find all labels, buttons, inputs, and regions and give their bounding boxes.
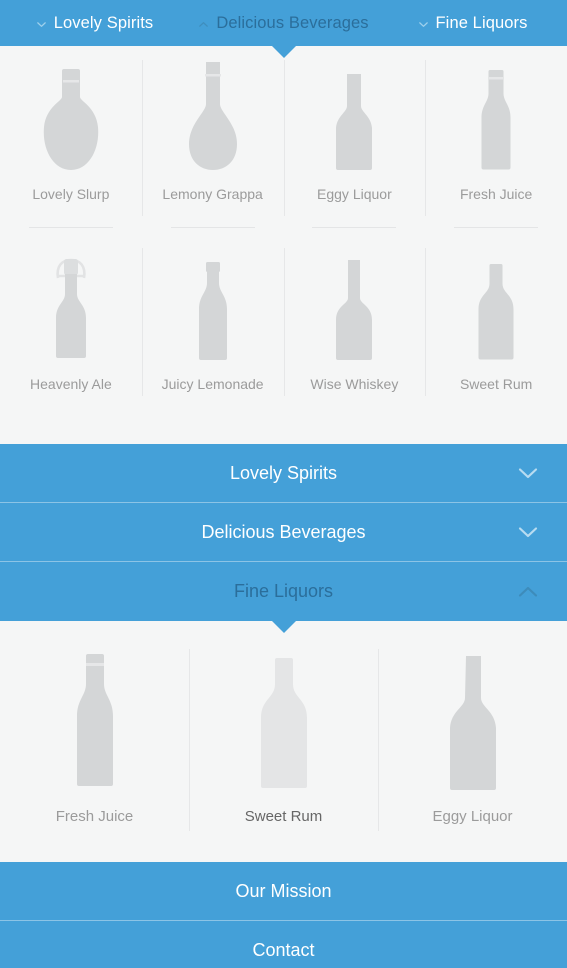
cell-divider: [454, 227, 539, 228]
product-grid-row-1: Lovely Slurp Lemony Grappa Eggy Liquor F…: [0, 46, 567, 234]
accordion-item-fine-liquors[interactable]: Fine Liquors: [0, 562, 567, 633]
product-label: Lemony Grappa: [162, 186, 263, 202]
soda-lemonade-bottle-icon: [193, 250, 233, 362]
product-cell-lemony-grappa[interactable]: Lemony Grappa: [141, 46, 284, 234]
cell-divider: [312, 227, 397, 228]
flared-liquor-bottle-icon: [331, 60, 377, 172]
product-cell-juicy-lemonade[interactable]: Juicy Lemonade: [141, 234, 284, 414]
product-label: Eggy Liquor: [317, 186, 392, 202]
product-cell-fresh-juice[interactable]: Fresh Juice: [425, 46, 567, 234]
teardrop-grappa-bottle-icon: [183, 60, 243, 172]
accordion-content-panel: Fresh Juice Sweet Rum Eggy Liquor: [0, 621, 567, 853]
flask-oval-bottle-icon: [40, 60, 102, 172]
footer-item-contact[interactable]: Contact: [0, 921, 567, 968]
tab-label: Fine Liquors: [435, 13, 528, 32]
tab-label: Lovely Spirits: [53, 13, 154, 32]
product-label: Lovely Slurp: [32, 186, 110, 202]
product-label: Wise Whiskey: [310, 376, 399, 392]
product-cell-sweet-rum[interactable]: Sweet Rum: [425, 234, 567, 414]
whiskey-bottle-icon: [331, 250, 377, 362]
rum-bottle-icon: [474, 250, 518, 362]
flared-liquor-bottle-icon: [445, 645, 501, 790]
accordion-label: Lovely Spirits: [229, 462, 338, 483]
product-label: Eggy Liquor: [432, 808, 513, 825]
product-cell-eggy-liquor-expanded[interactable]: Eggy Liquor: [378, 645, 567, 831]
footer-item-our-mission[interactable]: Our Mission: [0, 862, 567, 921]
product-cell-heavenly-ale[interactable]: Heavenly Ale: [0, 234, 142, 414]
accordion-label: Fine Liquors: [233, 581, 334, 601]
accordion-open-pointer: [270, 620, 297, 633]
product-label: Fresh Juice: [459, 186, 533, 202]
cell-divider: [170, 227, 255, 228]
tall-juice-bottle-icon: [478, 60, 514, 172]
chevron-up-icon: [198, 19, 209, 30]
footer-label: Our Mission: [235, 880, 332, 901]
product-cell-sweet-rum-expanded[interactable]: Sweet Rum: [189, 645, 378, 831]
top-tab-bar: Lovely Spirits Delicious Beverages Fine …: [0, 0, 567, 58]
tab-delicious-beverages[interactable]: Delicious Beverages: [189, 0, 378, 46]
product-cell-fresh-juice-expanded[interactable]: Fresh Juice: [0, 645, 189, 825]
tab-lovely-spirits[interactable]: Lovely Spirits: [0, 0, 189, 46]
product-label: Sweet Rum: [459, 376, 533, 392]
accordion-item-delicious-beverages[interactable]: Delicious Beverages: [0, 503, 567, 562]
swing-top-ale-bottle-icon: [49, 250, 93, 362]
footer-spacer: [0, 853, 567, 862]
product-grid-row-2: Heavenly Ale Juicy Lemonade Wise Whiskey…: [0, 234, 567, 414]
product-label: Fresh Juice: [55, 808, 134, 825]
product-cell-wise-whiskey[interactable]: Wise Whiskey: [283, 234, 426, 414]
footer-label: Contact: [252, 939, 315, 960]
product-label: Juicy Lemonade: [161, 376, 264, 392]
product-cell-eggy-liquor[interactable]: Eggy Liquor: [283, 46, 426, 234]
chevron-down-icon: [418, 19, 429, 30]
page-root: Lovely Spirits Delicious Beverages Fine …: [0, 0, 567, 968]
accordion-item-lovely-spirits[interactable]: Lovely Spirits: [0, 444, 567, 503]
chevron-down-icon: [515, 519, 541, 545]
panel-bottom-spacer: [0, 414, 567, 444]
tab-content-panel: Lovely Slurp Lemony Grappa Eggy Liquor F…: [0, 46, 567, 444]
product-label: Sweet Rum: [244, 808, 323, 825]
tall-juice-bottle-icon: [73, 645, 117, 790]
accordion-label: Delicious Beverages: [201, 521, 366, 542]
product-label: Heavenly Ale: [30, 376, 112, 392]
chevron-down-icon: [36, 19, 47, 30]
chevron-up-icon: [515, 579, 541, 605]
tab-label: Delicious Beverages: [216, 13, 369, 32]
cell-divider: [28, 227, 113, 228]
tab-fine-liquors[interactable]: Fine Liquors: [378, 0, 567, 46]
rum-bottle-icon: [255, 645, 313, 790]
chevron-down-icon: [515, 460, 541, 486]
product-cell-lovely-slurp[interactable]: Lovely Slurp: [0, 46, 142, 234]
accordion: Lovely Spirits Delicious Beverages Fine …: [0, 444, 567, 633]
